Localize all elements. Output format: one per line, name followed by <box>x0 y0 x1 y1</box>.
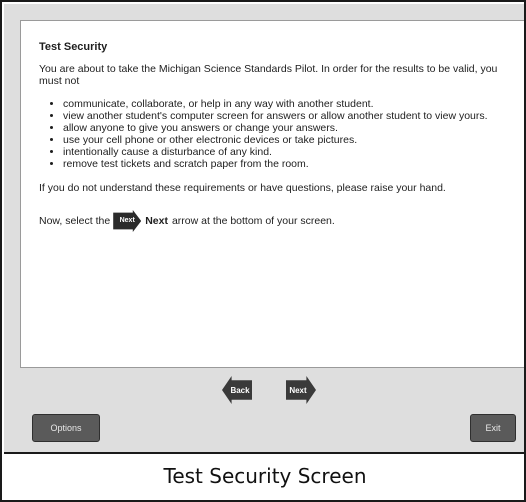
list-item: allow anyone to give you answers or chan… <box>63 122 514 134</box>
content-panel: Test Security You are about to take the … <box>20 20 524 368</box>
list-item: view another student's computer screen f… <box>63 110 514 122</box>
next-arrow-icon: Next <box>113 210 142 232</box>
test-app-window: Test Security You are about to take the … <box>4 4 524 454</box>
options-button[interactable]: Options <box>32 414 100 442</box>
screenshot-caption: Test Security Screen <box>163 464 367 488</box>
list-item: intentionally cause a disturbance of any… <box>63 146 514 158</box>
next-button[interactable]: Next <box>286 376 316 404</box>
page-title: Test Security <box>39 41 108 53</box>
instruction-prefix: Now, select the <box>39 215 111 227</box>
help-note: If you do not understand these requireme… <box>39 182 446 194</box>
rules-list: communicate, collaborate, or help in any… <box>39 98 514 170</box>
back-button[interactable]: Back <box>222 376 252 404</box>
screenshot-frame: Test Security You are about to take the … <box>0 0 526 502</box>
exit-button[interactable]: Exit <box>470 414 516 442</box>
next-instruction: Now, select the Next Next arrow at the b… <box>39 210 514 232</box>
intro-text: You are about to take the Michigan Scien… <box>39 63 498 87</box>
list-item: communicate, collaborate, or help in any… <box>63 98 514 110</box>
list-item: remove test tickets and scratch paper fr… <box>63 158 514 170</box>
instruction-suffix: arrow at the bottom of your screen. <box>171 215 335 227</box>
instruction-bold-next: Next <box>145 215 168 227</box>
list-item: use your cell phone or other electronic … <box>63 134 514 146</box>
